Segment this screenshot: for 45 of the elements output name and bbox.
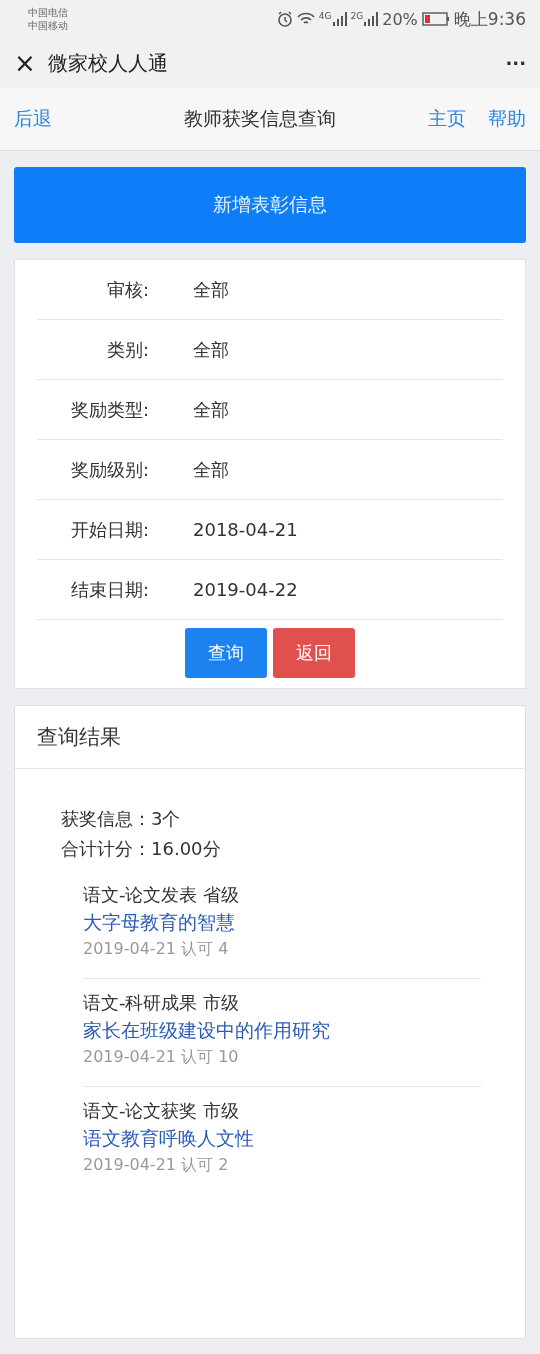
filter-value[interactable]: 全部 bbox=[193, 397, 229, 422]
signal-icon bbox=[332, 12, 347, 26]
battery-percent: 20% bbox=[382, 9, 418, 29]
award-meta: 2019-04-21 认可 2 bbox=[83, 1155, 230, 1176]
back-link[interactable]: 后退 bbox=[14, 106, 52, 132]
carrier-name: 中国移动 bbox=[28, 19, 68, 32]
filter-label: 结束日期: bbox=[69, 577, 150, 602]
nav-link[interactable]: 主页 bbox=[428, 106, 466, 132]
close-button[interactable]: × bbox=[14, 48, 36, 78]
filter-label: 类别: bbox=[105, 337, 150, 362]
network-label: 2G bbox=[350, 12, 364, 21]
summary-text: 合计计分：16.00分 bbox=[61, 837, 222, 861]
wifi-icon bbox=[296, 12, 315, 26]
filter-value[interactable]: 2019-04-22 bbox=[193, 579, 298, 600]
filter-value[interactable]: 全部 bbox=[193, 277, 229, 302]
filter-label: 奖励类型: bbox=[69, 397, 150, 422]
more-button[interactable]: ··· bbox=[505, 52, 526, 74]
award-title-link[interactable]: 家长在班级建设中的作用研究 bbox=[83, 1018, 481, 1044]
filter-value[interactable]: 全部 bbox=[193, 457, 229, 482]
page-title: 教师获奖信息查询 bbox=[183, 106, 337, 131]
award-category: 语文-科研成果 市级 bbox=[83, 991, 241, 1015]
results-title: 查询结果 bbox=[37, 724, 121, 751]
award-meta: 2019-04-21 认可 10 bbox=[83, 1047, 240, 1068]
award-meta: 2019-04-21 认可 4 bbox=[83, 939, 230, 960]
filter-label: 奖励级别: bbox=[69, 457, 150, 482]
award-title-link[interactable]: 大字母教育的智慧 bbox=[83, 910, 481, 936]
return-button[interactable]: 返回 bbox=[273, 628, 355, 678]
summary-text: 获奖信息：3个 bbox=[61, 807, 182, 831]
query-button[interactable]: 查询 bbox=[185, 628, 267, 678]
app-title: 微家校人人通 bbox=[47, 49, 169, 77]
battery-icon bbox=[421, 12, 450, 26]
carrier-name: 中国电信 bbox=[28, 6, 68, 19]
filter-value[interactable]: 2018-04-21 bbox=[193, 519, 298, 540]
network-label: 4G bbox=[318, 12, 332, 21]
nav-link[interactable]: 帮助 bbox=[488, 106, 526, 132]
alarm-icon bbox=[276, 11, 293, 27]
clock-time: 晚上9:36 bbox=[453, 7, 526, 31]
award-category: 语文-论文获奖 市级 bbox=[83, 1099, 241, 1123]
add-award-button[interactable]: 新增表彰信息 bbox=[14, 167, 526, 243]
award-category: 语文-论文发表 省级 bbox=[83, 883, 241, 907]
filter-label: 审核: bbox=[105, 277, 150, 302]
signal-icon bbox=[364, 12, 379, 26]
award-title-link[interactable]: 语文教育呼唤人文性 bbox=[83, 1126, 481, 1152]
filter-label: 开始日期: bbox=[69, 517, 150, 542]
filter-value[interactable]: 全部 bbox=[193, 337, 229, 362]
